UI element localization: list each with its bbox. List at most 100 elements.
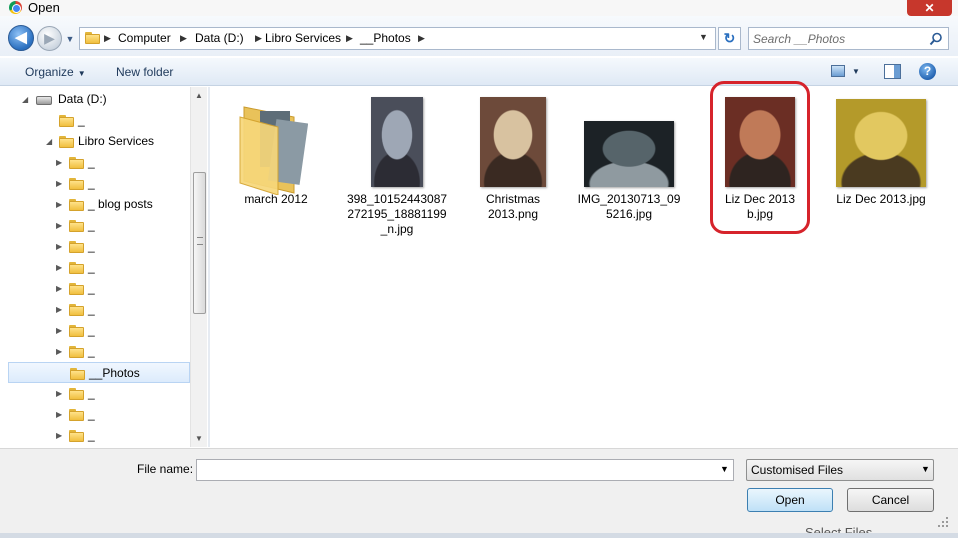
expand-icon[interactable]: ▶ (56, 215, 62, 236)
breadcrumb-libro-services[interactable]: Libro Services (265, 31, 341, 46)
preview-pane-icon[interactable] (884, 64, 901, 79)
expand-icon[interactable]: ▶ (56, 278, 62, 299)
search-box[interactable] (748, 27, 949, 50)
tree-item[interactable]: ◢ Libro Services (8, 131, 190, 152)
collapse-icon[interactable]: ◢ (46, 131, 52, 152)
tree-item[interactable]: ▶_ (8, 236, 190, 257)
tree-item[interactable]: ▶_ (8, 152, 190, 173)
chrome-icon (9, 1, 22, 14)
tree-item-label: _ (88, 428, 95, 442)
tree-item[interactable]: ▶ _ blog posts (8, 194, 190, 215)
tree-item[interactable]: ▶_ (8, 425, 190, 446)
scrollbar-thumb[interactable] (193, 172, 206, 314)
file-name-combobox[interactable]: ▼ (196, 459, 734, 481)
file-name-input[interactable] (200, 463, 700, 478)
file-item[interactable]: 398_10152443087 272195_18881199 _n.jpg (337, 95, 457, 245)
breadcrumb-separator[interactable]: ▶ (418, 31, 425, 46)
close-button[interactable]: ✕ (907, 0, 952, 16)
refresh-button[interactable]: ↻ (718, 27, 741, 50)
tree-item-label: _ blog posts (88, 197, 153, 211)
tree-item[interactable]: ▶_ (8, 215, 190, 236)
cancel-button[interactable]: Cancel (847, 488, 934, 512)
file-item[interactable]: Christmas 2013.png (453, 95, 573, 245)
search-icon[interactable] (929, 32, 943, 46)
folder-icon (69, 178, 84, 190)
search-input[interactable] (753, 31, 923, 46)
scroll-down-icon[interactable]: ▼ (195, 434, 203, 443)
tree-item-data-drive[interactable]: ◢ Data (D:) (8, 89, 190, 110)
chevron-down-icon[interactable]: ▼ (720, 464, 729, 474)
tree-item-label: _ (88, 260, 95, 274)
folder-icon (69, 325, 84, 337)
address-dropdown-icon[interactable]: ▼ (699, 32, 708, 42)
breadcrumb-separator[interactable]: ▶ (255, 31, 262, 46)
tree-item[interactable]: ▶_ (8, 299, 190, 320)
back-button[interactable]: ◀ (8, 25, 34, 51)
chevron-down-icon: ▼ (77, 69, 86, 78)
image-thumbnail (584, 121, 674, 187)
tree-item[interactable]: ▶_ (8, 278, 190, 299)
annotation-highlight-circle (710, 81, 810, 234)
tree-scrollbar[interactable]: ▲ ▼ (190, 87, 207, 447)
recent-locations-dropdown[interactable]: ▼ (64, 33, 76, 45)
tree-item[interactable]: ▶_ (8, 257, 190, 278)
expand-icon[interactable]: ▶ (56, 299, 62, 320)
tree-item[interactable]: ▶_ (8, 173, 190, 194)
collapse-icon[interactable]: ◢ (22, 89, 28, 110)
expand-icon[interactable]: ▶ (56, 257, 62, 278)
folder-icon (69, 409, 84, 421)
organize-button[interactable]: Organize ▼ (25, 65, 86, 81)
file-type-select[interactable]: Customised Files ▼ (746, 459, 934, 481)
new-folder-button[interactable]: New folder (116, 65, 173, 79)
expand-icon[interactable]: ▶ (56, 341, 62, 362)
drive-icon (36, 96, 52, 105)
tree-item-label: _ (88, 176, 95, 190)
expand-icon[interactable]: ▶ (56, 404, 62, 425)
resize-grip-icon[interactable] (936, 515, 950, 529)
tree-item-label: _ (88, 344, 95, 358)
folder-icon (69, 157, 84, 169)
expand-icon[interactable]: ▶ (56, 194, 62, 215)
change-view-icon[interactable] (831, 65, 845, 77)
file-name-label: 272195_18881199 (347, 207, 447, 221)
folder-icon (59, 115, 74, 127)
expand-icon[interactable]: ▶ (56, 383, 62, 404)
folder-icon (69, 220, 84, 232)
file-item[interactable]: IMG_20130713_09 5216.jpg (569, 95, 689, 245)
file-item[interactable]: Liz Dec 2013.jpg (821, 95, 941, 245)
breadcrumb-separator[interactable]: ▶ (104, 31, 111, 46)
tree-item[interactable]: ▶_ (8, 404, 190, 425)
file-name-label: Liz Dec 2013.jpg (836, 192, 926, 206)
expand-icon[interactable]: ▶ (56, 152, 62, 173)
breadcrumb-separator[interactable]: ▶ (346, 31, 353, 46)
expand-icon[interactable]: ▶ (56, 173, 62, 194)
scroll-up-icon[interactable]: ▲ (195, 91, 203, 100)
help-icon[interactable]: ? (919, 63, 936, 80)
file-name-label: IMG_20130713_09 (577, 192, 681, 206)
file-item[interactable]: march 2012 (216, 95, 336, 245)
open-button[interactable]: Open (747, 488, 833, 512)
expand-icon[interactable]: ▶ (56, 320, 62, 341)
tree-item-label: _ (78, 113, 85, 127)
forward-button[interactable]: ▶ (37, 26, 62, 51)
file-name-label: 5216.jpg (605, 207, 653, 221)
tree-item-label: _ (88, 302, 95, 316)
breadcrumb-data-drive[interactable]: Data (D:) (195, 31, 244, 46)
tree-item[interactable]: ▶_ (8, 383, 190, 404)
breadcrumb-separator[interactable]: ▶ (180, 31, 187, 46)
breadcrumb-computer[interactable]: Computer (118, 31, 171, 46)
address-bar[interactable]: ▶ Computer ▶ Data (D:) ▶ Libro Services … (79, 27, 716, 50)
tree-item[interactable]: ▶_ (8, 110, 190, 131)
tree-item[interactable]: ▶_ (8, 320, 190, 341)
expand-icon[interactable]: ▶ (56, 236, 62, 257)
expand-icon[interactable]: ▶ (56, 425, 62, 446)
folder-icon (69, 304, 84, 316)
view-options-chevron-icon[interactable]: ▼ (852, 67, 860, 76)
breadcrumb-photos[interactable]: __Photos (360, 31, 411, 46)
tree-item[interactable]: ▶_ (8, 341, 190, 362)
tree-item-label: _ (88, 239, 95, 253)
folder-icon (69, 262, 84, 274)
navigation-bar: ◀ ▶ ▼ ▶ Computer ▶ Data (D:) ▶ Libro Ser… (0, 16, 958, 56)
tree-item[interactable]: ▶__Photos (8, 362, 190, 383)
folder-icon (239, 106, 308, 195)
